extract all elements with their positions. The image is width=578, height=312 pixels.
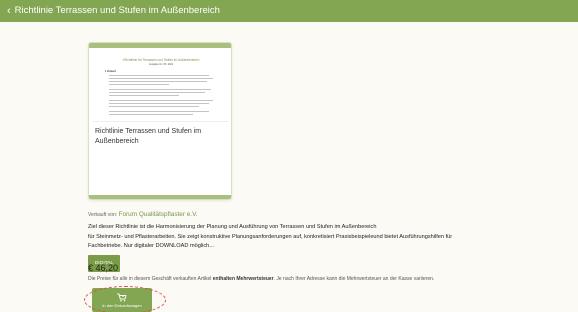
description-line: für Steinmetz- und Pflasterarbeiten. Sie… <box>88 233 453 240</box>
thumbnail-doc-heading: 1 Vorwort <box>105 70 116 73</box>
page-title: Richtlinie Terrassen und Stufen im Außen… <box>14 5 220 17</box>
thumbnail-text-line <box>109 106 199 107</box>
seller-prefix: Verkauft von: <box>88 212 118 218</box>
product-thumbnail[interactable]: »Richtlinie für Terrassen und Stufen im … <box>93 52 229 122</box>
product-description: Ziel dieser Richtlinie ist die Harmonisi… <box>88 223 568 252</box>
chevron-left-icon[interactable]: ‹ <box>7 5 11 17</box>
vat-note: Die Preise für alle in diesem Geschäft v… <box>88 276 434 282</box>
card-top-accent <box>89 43 231 48</box>
thumbnail-text-line <box>109 78 213 79</box>
vat-note-bold: enthalten Mehrwertsteuer <box>212 276 274 282</box>
seller-link[interactable]: Forum Qualitätspflaster e.V. <box>119 211 198 218</box>
thumbnail-doc-subtitle: Ausgabe 01 / 05. 2022 <box>148 63 174 66</box>
thumbnail-text-line <box>109 75 209 76</box>
vat-note-text-end: . Je nach Ihrer Adresse kann die Mehrwer… <box>273 276 435 282</box>
thumbnail-text-line <box>109 89 211 90</box>
description-line: Fachbetriebe. Nur digitaler DOWNLOAD mög… <box>88 243 214 249</box>
thumbnail-text-line <box>109 103 209 104</box>
thumbnail-text-line <box>109 92 205 93</box>
seller-info: Verkauft von: Forum Qualitätspflaster e.… <box>88 211 198 218</box>
description-line: Ziel dieser Richtlinie ist die Harmonisi… <box>88 224 377 230</box>
vat-note-text: Die Preise für alle in diesem Geschäft v… <box>88 276 212 282</box>
product-card[interactable]: »Richtlinie für Terrassen und Stufen im … <box>88 42 232 200</box>
add-to-cart-label: In den Einkaufswagen <box>102 302 142 308</box>
thumbnail-text-line <box>109 81 207 82</box>
card-bottom-accent <box>89 195 231 199</box>
thumbnail-text-line <box>109 114 193 115</box>
thumbnail-text-line <box>109 95 179 96</box>
thumbnail-text-line <box>109 111 209 112</box>
product-page: »Richtlinie für Terrassen und Stufen im … <box>0 22 578 312</box>
add-to-cart-button[interactable]: In den Einkaufswagen <box>92 288 152 312</box>
thumbnail-doc-title: »Richtlinie für Terrassen und Stufen im … <box>122 58 200 62</box>
thumbnail-text-line <box>109 100 213 101</box>
price: € 46,20 <box>88 263 119 273</box>
product-name[interactable]: Richtlinie Terrassen und Stufen im Außen… <box>95 127 225 147</box>
thumbnail-text-line <box>109 84 169 85</box>
shopping-cart-icon <box>117 293 127 301</box>
top-bar: ‹ Richtlinie Terrassen und Stufen im Auß… <box>0 0 578 22</box>
